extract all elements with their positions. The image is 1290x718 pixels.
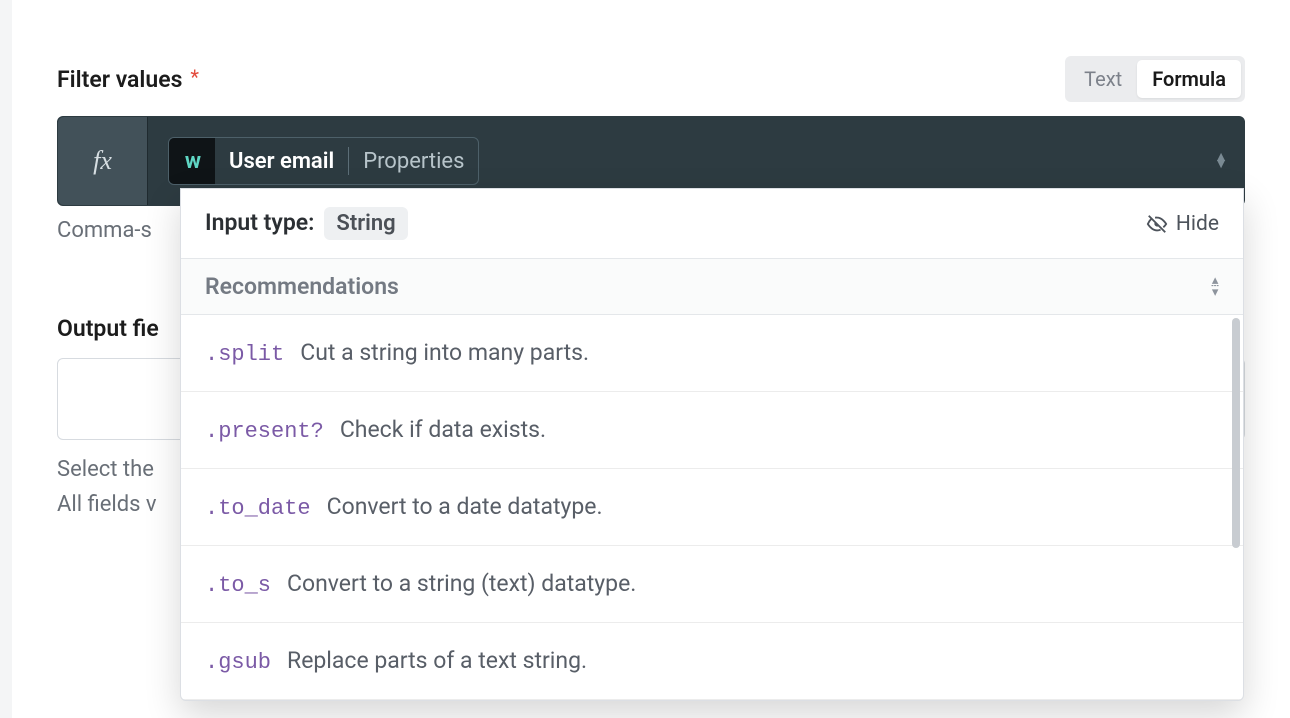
recommendations-list[interactable]: .split Cut a string into many parts. .pr… <box>181 315 1243 700</box>
method-name: .to_s <box>205 573 271 598</box>
vertical-resize-icon[interactable]: ▲▼ <box>1214 154 1228 168</box>
method-name: .present? <box>205 419 324 444</box>
scrollbar-thumb[interactable] <box>1232 318 1240 548</box>
required-star-icon: * <box>190 65 199 89</box>
recommendations-title: Recommendations <box>205 273 399 300</box>
data-pill[interactable]: w User email Properties <box>168 137 479 185</box>
list-item[interactable]: .to_date Convert to a date datatype. <box>181 469 1243 546</box>
input-type-label: Input type: <box>205 209 314 236</box>
collapse-icon[interactable]: ▴┄▾ <box>1211 278 1219 296</box>
input-type-badge: String <box>324 207 407 240</box>
pill-sub-label: Properties <box>349 149 478 174</box>
input-type-row: Input type: String <box>205 207 408 240</box>
mode-toggle: Text Formula <box>1065 56 1245 102</box>
field-label-text: Filter values <box>57 66 182 93</box>
eye-off-icon <box>1146 213 1168 235</box>
filter-values-label-row: Filter values * Text Formula <box>57 56 1245 102</box>
pill-source-icon: w <box>169 137 215 185</box>
method-name: .split <box>205 342 284 367</box>
recommendations-header: Recommendations ▴┄▾ <box>181 259 1243 315</box>
hide-button[interactable]: Hide <box>1146 212 1219 236</box>
fx-icon: fx <box>58 117 148 205</box>
toggle-formula[interactable]: Formula <box>1137 60 1241 98</box>
workato-icon: w <box>185 149 199 174</box>
filter-values-label: Filter values * <box>57 66 199 93</box>
list-item[interactable]: .split Cut a string into many parts. <box>181 315 1243 392</box>
list-item[interactable]: .gsub Replace parts of a text string. <box>181 623 1243 700</box>
method-name: .to_date <box>205 496 311 521</box>
dropdown-header: Input type: String Hide <box>181 189 1243 259</box>
list-item[interactable]: .to_s Convert to a string (text) datatyp… <box>181 546 1243 623</box>
formula-suggestion-dropdown: Input type: String Hide Recommendations … <box>180 188 1244 701</box>
list-item[interactable]: .present? Check if data exists. <box>181 392 1243 469</box>
method-desc: Convert to a string (text) datatype. <box>287 570 636 597</box>
method-desc: Check if data exists. <box>340 416 546 443</box>
method-desc: Replace parts of a text string. <box>287 647 587 674</box>
pill-main-label: User email <box>215 149 348 174</box>
method-desc: Cut a string into many parts. <box>300 339 589 366</box>
method-name: .gsub <box>205 650 271 675</box>
toggle-text[interactable]: Text <box>1069 60 1137 98</box>
hide-label: Hide <box>1176 212 1219 236</box>
method-desc: Convert to a date datatype. <box>327 493 603 520</box>
